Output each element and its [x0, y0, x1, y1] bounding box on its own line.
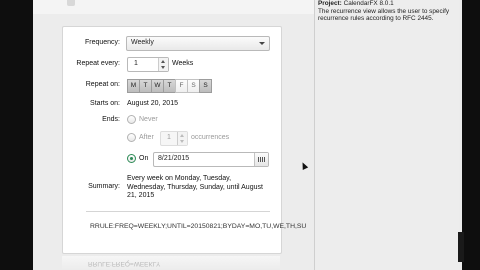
ends-on-date-field[interactable]: 8/21/2015 — [153, 152, 269, 167]
ends-after-radio[interactable] — [127, 133, 136, 142]
project-name: CalendarFX 8.0.1 — [343, 0, 394, 7]
chevron-down-icon — [259, 42, 265, 45]
info-text: Project: CalendarFX 8.0.1 The recurrence… — [318, 0, 454, 23]
panel-reflection: RRULE:FREQ=WEEKLY — [62, 256, 280, 270]
project-description: The recurrence view allows the user to s… — [318, 7, 450, 23]
starts-on-label: Starts on: — [90, 100, 120, 107]
rrule-text: RRULE:FREQ=WEEKLY;UNTIL=20150821;BYDAY=M… — [90, 223, 307, 230]
repeat-every-stepper[interactable]: 1 — [127, 57, 169, 72]
starts-on-value: August 20, 2015 — [127, 100, 178, 107]
top-strip — [33, 0, 318, 14]
mouse-cursor-icon — [299, 161, 309, 170]
stepper-buttons[interactable] — [177, 132, 187, 145]
repeat-every-value: 1 — [134, 60, 138, 67]
stepper-down-icon[interactable] — [180, 140, 184, 143]
right-dark-border — [462, 0, 480, 270]
ends-after-stepper[interactable]: 1 — [160, 131, 188, 146]
frequency-label: Frequency: — [84, 39, 120, 46]
summary-text: Every week on Monday, Tuesday, Wednesday… — [127, 175, 263, 199]
ends-on-label: On — [139, 155, 149, 162]
ends-on-radio[interactable] — [127, 154, 136, 163]
info-pane — [314, 0, 459, 270]
ends-after-value: 1 — [167, 134, 171, 141]
scroll-knob[interactable] — [67, 0, 75, 6]
summary-label: Summary: — [88, 183, 120, 190]
ends-after-unit: occurrences — [191, 134, 230, 141]
stepper-up-icon[interactable] — [180, 134, 184, 137]
repeat-every-label: Repeat every: — [76, 60, 120, 67]
day-toggle-sun[interactable]: S — [199, 79, 212, 93]
frequency-value: Weekly — [131, 39, 154, 46]
reflection-text: RRULE:FREQ=WEEKLY — [88, 260, 161, 267]
repeat-every-unit: Weeks — [172, 60, 194, 67]
repeat-on-label: Repeat on: — [85, 81, 120, 88]
ends-never-radio[interactable] — [127, 115, 136, 124]
ends-after-label: After — [139, 134, 154, 141]
ends-never-label: Never — [139, 116, 158, 123]
frequency-select[interactable]: Weekly — [126, 36, 270, 51]
stepper-down-icon[interactable] — [161, 66, 165, 69]
stepper-buttons[interactable] — [158, 58, 168, 71]
ends-on-date-value: 8/21/2015 — [158, 155, 190, 162]
divider — [86, 211, 270, 212]
ends-label: Ends: — [102, 116, 120, 123]
calendar-icon[interactable] — [254, 153, 268, 166]
scrollbar-thumb[interactable] — [458, 232, 464, 262]
project-label: Project: — [318, 0, 342, 7]
left-dark-border — [0, 0, 33, 270]
stepper-up-icon[interactable] — [161, 60, 165, 63]
weekday-toggle-group: M T W T F S S — [127, 79, 212, 93]
